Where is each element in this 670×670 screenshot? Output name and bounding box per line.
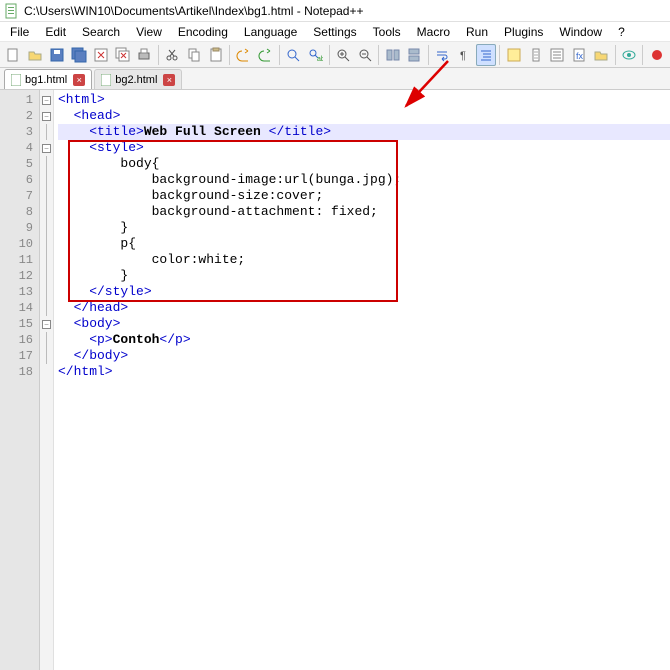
close-all-button[interactable]	[112, 44, 133, 66]
paste-button[interactable]	[206, 44, 227, 66]
toolbar-separator	[615, 45, 616, 65]
save-button[interactable]	[47, 44, 68, 66]
folder-button[interactable]	[591, 44, 612, 66]
tabbar: bg1.html × bg2.html ×	[0, 68, 670, 90]
toolbar: ab ¶ fx	[0, 42, 670, 68]
file-icon	[101, 74, 111, 86]
menu-macro[interactable]: Macro	[409, 23, 458, 41]
menu-edit[interactable]: Edit	[37, 23, 74, 41]
menu-plugins[interactable]: Plugins	[496, 23, 551, 41]
toolbar-separator	[279, 45, 280, 65]
save-all-button[interactable]	[69, 44, 90, 66]
undo-button[interactable]	[233, 44, 254, 66]
udl-button[interactable]	[503, 44, 524, 66]
toolbar-separator	[499, 45, 500, 65]
find-button[interactable]	[283, 44, 304, 66]
editor[interactable]: 123456789101112131415161718 − − − − <htm…	[0, 90, 670, 670]
replace-button[interactable]: ab	[305, 44, 326, 66]
toolbar-separator	[428, 45, 429, 65]
menu-file[interactable]: File	[2, 23, 37, 41]
sync-v-button[interactable]	[382, 44, 403, 66]
doc-list-button[interactable]	[547, 44, 568, 66]
sync-h-button[interactable]	[404, 44, 425, 66]
new-file-button[interactable]	[3, 44, 24, 66]
indent-guide-button[interactable]	[476, 44, 497, 66]
tab-label: bg1.html	[25, 74, 67, 86]
fold-column[interactable]: − − − −	[40, 90, 54, 670]
menu-search[interactable]: Search	[74, 23, 128, 41]
menu-encoding[interactable]: Encoding	[170, 23, 236, 41]
menubar: File Edit Search View Encoding Language …	[0, 22, 670, 42]
monitor-button[interactable]	[618, 44, 639, 66]
titlebar: C:\Users\WIN10\Documents\Artikel\Index\b…	[0, 0, 670, 22]
cut-button[interactable]	[162, 44, 183, 66]
menu-language[interactable]: Language	[236, 23, 305, 41]
code-area[interactable]: <html> <head> <title>Web Full Screen </t…	[54, 90, 670, 670]
line-number-gutter: 123456789101112131415161718	[0, 90, 40, 670]
svg-text:¶: ¶	[460, 50, 466, 62]
close-button[interactable]	[90, 44, 111, 66]
menu-help[interactable]: ?	[610, 23, 633, 41]
toolbar-separator	[329, 45, 330, 65]
record-button[interactable]	[646, 44, 667, 66]
open-file-button[interactable]	[25, 44, 46, 66]
svg-text:ab: ab	[317, 56, 323, 63]
print-button[interactable]	[134, 44, 155, 66]
toolbar-separator	[642, 45, 643, 65]
menu-tools[interactable]: Tools	[365, 23, 409, 41]
toolbar-separator	[229, 45, 230, 65]
toolbar-separator	[378, 45, 379, 65]
copy-button[interactable]	[184, 44, 205, 66]
doc-map-button[interactable]	[525, 44, 546, 66]
wordwrap-button[interactable]	[432, 44, 453, 66]
menu-window[interactable]: Window	[551, 23, 610, 41]
redo-button[interactable]	[255, 44, 276, 66]
menu-view[interactable]: View	[128, 23, 170, 41]
func-list-button[interactable]: fx	[569, 44, 590, 66]
tab-bg1[interactable]: bg1.html ×	[4, 69, 92, 89]
file-icon	[11, 74, 21, 86]
zoom-out-button[interactable]	[354, 44, 375, 66]
toolbar-separator	[158, 45, 159, 65]
zoom-in-button[interactable]	[333, 44, 354, 66]
menu-settings[interactable]: Settings	[305, 23, 364, 41]
app-icon	[4, 3, 20, 19]
tab-bg2[interactable]: bg2.html ×	[94, 69, 182, 89]
close-icon[interactable]: ×	[73, 74, 85, 86]
menu-run[interactable]: Run	[458, 23, 496, 41]
window-title: C:\Users\WIN10\Documents\Artikel\Index\b…	[24, 4, 363, 18]
tab-label: bg2.html	[115, 74, 157, 86]
close-icon[interactable]: ×	[163, 74, 175, 86]
svg-text:fx: fx	[576, 51, 584, 61]
show-all-chars-button[interactable]: ¶	[454, 44, 475, 66]
